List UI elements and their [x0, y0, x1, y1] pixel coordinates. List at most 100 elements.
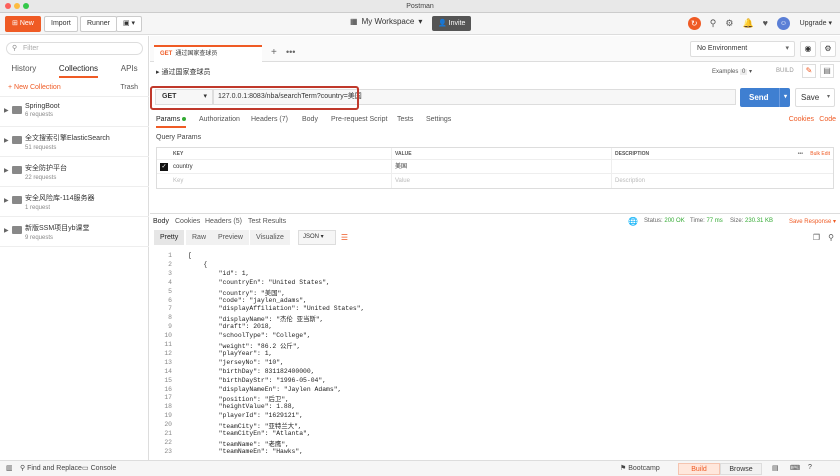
invite-button[interactable]: 👤 Invite: [432, 16, 472, 31]
request-tab[interactable]: GET 通过国家查球员: [154, 45, 262, 62]
tab-headers[interactable]: Headers (7): [251, 116, 288, 123]
new-window-button[interactable]: ▣ ▾: [116, 16, 143, 32]
minimize-window-button[interactable]: [14, 3, 20, 9]
line-number: 10: [164, 332, 172, 340]
collection-item[interactable]: ▶ 全文搜索引擎ElasticSearch 51 requests: [0, 127, 149, 157]
bell-icon[interactable]: 🔔: [742, 16, 753, 31]
param-key[interactable]: country: [173, 160, 193, 174]
caret-right-icon[interactable]: ▶: [4, 227, 9, 234]
tab-apis[interactable]: APIs: [121, 64, 138, 78]
cookies-link[interactable]: Cookies: [789, 116, 814, 123]
response-body-code: 1 [2 {3 "id": 1, 4 "countryEn": "United St…: [150, 250, 840, 460]
bootcamp-button[interactable]: ⚑ Bootcamp: [620, 464, 660, 472]
caret-right-icon[interactable]: ▶: [4, 167, 9, 174]
code-link[interactable]: Code: [819, 116, 836, 123]
table-header-row: KEY VALUE DESCRIPTION ••• Bulk Edit: [157, 148, 833, 160]
sync-icon[interactable]: ↻: [687, 17, 701, 30]
help-icon[interactable]: ?: [808, 464, 812, 471]
gear-icon[interactable]: ⚙: [820, 41, 836, 57]
tab-pre-request-script[interactable]: Pre-request Script: [331, 116, 387, 123]
query-params-label: Query Params: [156, 134, 202, 141]
format-type-select[interactable]: JSON ▾: [298, 230, 336, 245]
tab-test-results[interactable]: Test Results: [248, 218, 286, 225]
search-icon[interactable]: ⚲: [828, 233, 834, 242]
console-button[interactable]: ▭ Console: [82, 464, 116, 472]
chevron-down-icon: ▾: [785, 45, 789, 52]
pencil-icon[interactable]: ✎: [802, 64, 816, 78]
new-key-input[interactable]: Key: [173, 174, 183, 188]
code-line: "id": 1,: [188, 269, 250, 277]
browse-mode-button[interactable]: Browse: [720, 463, 762, 475]
collection-item[interactable]: ▶ 安全防护平台 22 requests: [0, 157, 149, 187]
comment-icon[interactable]: ▤: [820, 64, 834, 78]
checkbox-checked-icon[interactable]: ✓: [160, 163, 168, 171]
tab-collections[interactable]: Collections: [58, 64, 99, 78]
build-label[interactable]: BUILD: [776, 68, 794, 74]
format-preview[interactable]: Preview: [212, 230, 249, 245]
sidebar-search-input[interactable]: ⚲ Filter: [6, 42, 143, 55]
param-value[interactable]: 美国: [395, 160, 407, 174]
tab-response-cookies[interactable]: Cookies: [175, 218, 200, 225]
caret-right-icon[interactable]: ▶: [4, 107, 9, 114]
new-value-input[interactable]: Value: [395, 174, 410, 188]
sidebar-toggle-icon[interactable]: ▥: [6, 464, 13, 472]
tab-tests[interactable]: Tests: [397, 116, 413, 123]
format-bar: Pretty Raw Preview Visualize: [150, 230, 840, 246]
code-line: "teamNameEn": "Hawks",: [188, 447, 304, 455]
format-visualize[interactable]: Visualize: [250, 230, 290, 245]
import-button[interactable]: Import: [44, 16, 78, 32]
tab-history[interactable]: History: [11, 64, 36, 78]
wrap-lines-icon[interactable]: ☰: [338, 231, 351, 244]
workspace-selector[interactable]: ▦ My Workspace ▾: [350, 17, 422, 26]
find-replace-button[interactable]: ⚲ Find and Replace: [20, 464, 82, 472]
add-tab-icon[interactable]: +: [271, 47, 277, 58]
send-button[interactable]: Send ▾: [740, 88, 790, 107]
satellite-icon[interactable]: ⚲: [710, 16, 717, 31]
new-collection-button[interactable]: + New Collection: [8, 84, 61, 91]
trash-button[interactable]: Trash: [120, 84, 138, 91]
more-tabs-icon[interactable]: •••: [286, 47, 295, 57]
code-line: "birthDay": 831182400000,: [188, 367, 315, 375]
runner-button[interactable]: Runner: [80, 16, 117, 32]
save-button[interactable]: Save ▾: [795, 88, 835, 107]
line-number: 21: [164, 430, 172, 437]
new-button[interactable]: ⊞ New: [5, 16, 41, 32]
avatar[interactable]: ☺: [777, 17, 790, 30]
maximize-window-button[interactable]: [23, 3, 29, 9]
layout-icon[interactable]: ▤: [772, 464, 779, 472]
caret-right-icon[interactable]: ▶: [4, 197, 9, 204]
keyboard-icon[interactable]: ⌨: [790, 464, 800, 472]
bulk-edit-link[interactable]: Bulk Edit: [810, 148, 830, 160]
plus-box-icon: ⊞: [12, 20, 20, 27]
format-pretty[interactable]: Pretty: [154, 230, 185, 245]
tab-authorization[interactable]: Authorization: [199, 116, 240, 123]
examples-dropdown[interactable]: Examples 0 ▾: [712, 68, 752, 75]
tab-response-body[interactable]: Body: [153, 218, 169, 225]
tab-params[interactable]: Params: [156, 116, 187, 128]
collection-list: ▶ SpringBoot 6 requests ▶ 全文搜索引擎ElasticSear…: [0, 96, 149, 247]
tab-settings[interactable]: Settings: [426, 116, 451, 123]
close-window-button[interactable]: [5, 3, 11, 9]
collection-item[interactable]: ▶ 安全风险库-114服务器 1 request: [0, 187, 149, 217]
chevron-down-icon[interactable]: ▾: [827, 89, 830, 106]
chevron-down-icon: ▾: [828, 20, 832, 27]
save-response-button[interactable]: Save Response ▾: [789, 218, 836, 225]
tab-body[interactable]: Body: [302, 116, 318, 123]
globe-icon[interactable]: 🌐: [628, 217, 638, 226]
heart-icon[interactable]: ♥: [763, 16, 768, 31]
tab-response-headers[interactable]: Headers (5): [205, 218, 242, 225]
caret-right-icon[interactable]: ▶: [4, 137, 9, 144]
chevron-down-icon[interactable]: ▾: [778, 88, 787, 107]
new-description-input[interactable]: Description: [615, 174, 645, 188]
request-name[interactable]: ▸ 通过国家查球员: [156, 67, 210, 77]
copy-icon[interactable]: ❐: [813, 233, 820, 242]
collection-item[interactable]: ▶ SpringBoot 6 requests: [0, 97, 149, 127]
format-raw[interactable]: Raw: [186, 230, 213, 245]
build-mode-button[interactable]: Build: [678, 463, 720, 475]
more-options-icon[interactable]: •••: [798, 148, 803, 160]
eye-icon[interactable]: ◉: [800, 41, 816, 57]
settings-icon[interactable]: ⚙: [725, 16, 733, 31]
upgrade-button[interactable]: Upgrade ▾: [800, 16, 832, 32]
collection-item[interactable]: ▶ 新版SSM项目yb课堂 9 requests: [0, 217, 149, 247]
environment-select[interactable]: No Environment ▾: [690, 41, 795, 57]
